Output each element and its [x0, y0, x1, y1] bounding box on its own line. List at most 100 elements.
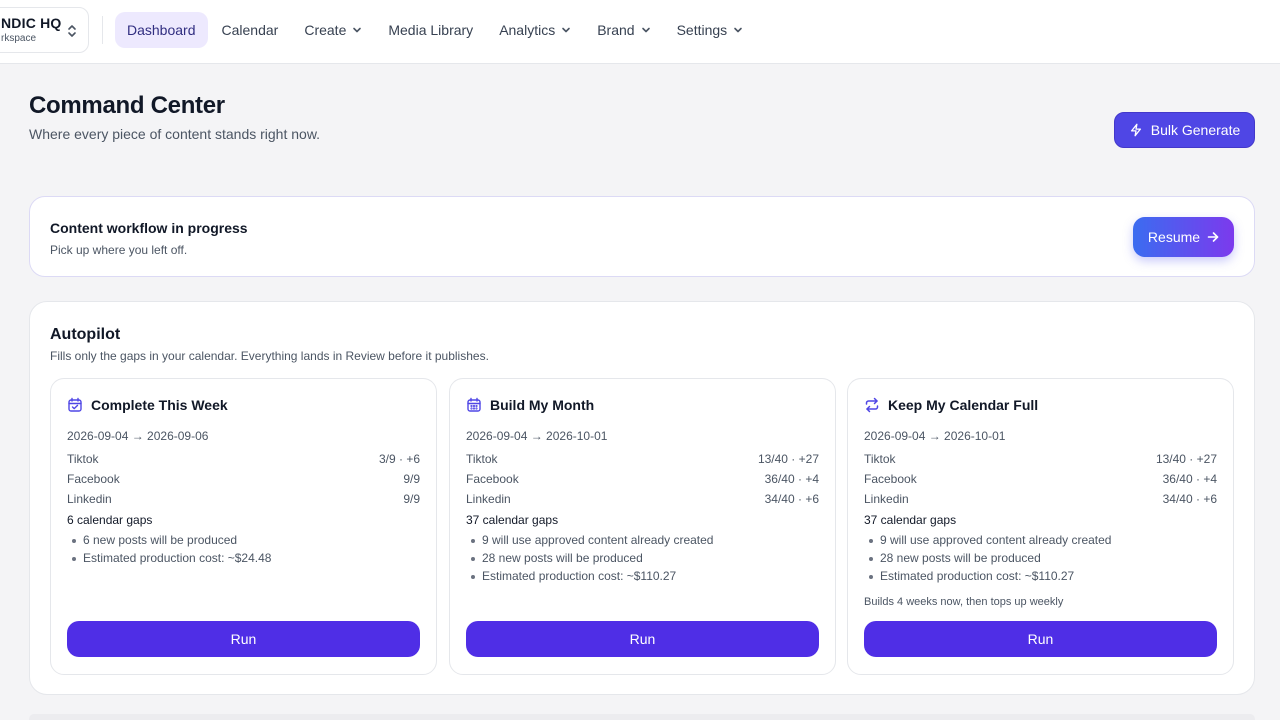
nav-label: Calendar	[221, 22, 279, 38]
nav-divider	[102, 16, 103, 44]
platform-name: Tiktok	[466, 452, 498, 466]
platform-value: 36/40 · +4	[1162, 472, 1217, 486]
page-subtitle: Where every piece of content stands righ…	[29, 126, 321, 142]
top-navbar: NDIC HQ rkspace Dashboard Calendar Creat…	[0, 0, 1280, 64]
bulk-generate-button[interactable]: Bulk Generate	[1114, 112, 1255, 148]
gap-detail-item: 28 new posts will be produced	[866, 549, 1216, 567]
run-button[interactable]: Run	[864, 621, 1217, 657]
nav-label: Create	[304, 22, 347, 38]
run-button[interactable]: Run	[67, 621, 420, 657]
platform-name: Facebook	[864, 472, 917, 486]
chevron-down-icon	[641, 27, 650, 33]
card-title: Build My Month	[490, 397, 595, 413]
date-range: 2026-09-04 → 2026-10-01	[864, 429, 1006, 443]
card-header: Complete This Week	[67, 397, 228, 413]
nav-settings[interactable]: Settings	[665, 12, 756, 48]
card-title: Complete This Week	[91, 397, 228, 413]
run-button[interactable]: Run	[466, 621, 819, 657]
nav-media-library[interactable]: Media Library	[376, 12, 485, 48]
platform-name: Linkedin	[864, 492, 909, 506]
banner-title: Content workflow in progress	[50, 220, 248, 236]
gap-details: 9 will use approved content already crea…	[866, 531, 1216, 585]
autopilot-card-build-month: Build My Month 2026-09-04 → 2026-10-01 T…	[449, 378, 836, 675]
nav-calendar[interactable]: Calendar	[210, 12, 291, 48]
nav-create[interactable]: Create	[292, 12, 374, 48]
platform-rows: Tiktok 13/40 · +27 Facebook 36/40 · +4 Lin…	[864, 449, 1217, 509]
nav-label: Analytics	[499, 22, 556, 38]
platform-name: Facebook	[466, 472, 519, 486]
resume-label: Resume	[1147, 229, 1201, 245]
date-range: 2026-09-04 → 2026-10-01	[466, 429, 608, 443]
platform-name: Linkedin	[67, 492, 112, 506]
card-header: Keep My Calendar Full	[864, 397, 1038, 413]
platform-row: Tiktok 13/40 · +27	[466, 449, 819, 469]
platform-row: Facebook 36/40 · +4	[864, 469, 1217, 489]
platform-value: 36/40 · +4	[764, 472, 819, 486]
workflow-banner: Content workflow in progress Pick up whe…	[29, 196, 1255, 277]
calendar-gaps: 37 calendar gaps	[466, 513, 559, 527]
calendar-gaps: 6 calendar gaps	[67, 513, 153, 527]
main-nav: Dashboard Calendar Create Media Library …	[115, 12, 757, 48]
nav-label: Brand	[597, 22, 635, 38]
autopilot-card-complete-week: Complete This Week 2026-09-04 → 2026-09-…	[50, 378, 437, 675]
platform-row: Facebook 36/40 · +4	[466, 469, 819, 489]
nav-label: Dashboard	[127, 22, 196, 38]
gap-detail-item: 9 will use approved content already crea…	[866, 531, 1216, 549]
gap-details: 6 new posts will be produced Estimated p…	[69, 531, 419, 567]
platform-rows: Tiktok 3/9 · +6 Facebook 9/9 Linkedin 9/9	[67, 449, 420, 509]
platform-row: Tiktok 13/40 · +27	[864, 449, 1217, 469]
calendar-grid-icon	[467, 397, 481, 412]
chevron-up-down-icon	[68, 25, 76, 37]
platform-row: Tiktok 3/9 · +6	[67, 449, 420, 469]
autopilot-section: Autopilot Fills only the gaps in your ca…	[29, 301, 1255, 695]
platform-value: 9/9	[403, 472, 420, 486]
platform-value: 13/40 · +27	[1155, 452, 1217, 466]
nav-analytics[interactable]: Analytics	[487, 12, 583, 48]
gap-detail-item: Estimated production cost: ~$24.48	[69, 549, 419, 567]
calendar-check-icon	[68, 397, 82, 412]
gap-details: 9 will use approved content already crea…	[468, 531, 818, 585]
card-header: Build My Month	[466, 397, 594, 413]
date-range: 2026-09-04 → 2026-09-06	[67, 429, 209, 443]
platform-value: 13/40 · +27	[757, 452, 819, 466]
platform-row: Linkedin 34/40 · +6	[864, 489, 1217, 509]
autopilot-subtitle: Fills only the gaps in your calendar. Ev…	[50, 349, 489, 363]
platform-name: Tiktok	[864, 452, 896, 466]
page-title: Command Center	[29, 92, 225, 119]
gap-detail-item: 28 new posts will be produced	[468, 549, 818, 567]
resume-button[interactable]: Resume	[1133, 217, 1234, 257]
chevron-down-icon	[562, 27, 571, 33]
nav-label: Settings	[676, 22, 728, 38]
bulk-generate-label: Bulk Generate	[1150, 122, 1241, 138]
gap-detail-item: 9 will use approved content already crea…	[468, 531, 818, 549]
next-section-edge	[29, 714, 1255, 720]
platform-rows: Tiktok 13/40 · +27 Facebook 36/40 · +4 Lin…	[466, 449, 819, 509]
autopilot-title: Autopilot	[50, 326, 121, 343]
platform-name: Tiktok	[67, 452, 99, 466]
nav-dashboard[interactable]: Dashboard	[115, 12, 208, 48]
card-title: Keep My Calendar Full	[888, 397, 1039, 413]
gap-detail-item: Estimated production cost: ~$110.27	[468, 567, 818, 585]
schedule-note: Builds 4 weeks now, then tops up weekly	[864, 596, 1064, 608]
arrow-right-icon	[1207, 232, 1219, 242]
platform-value: 34/40 · +6	[764, 492, 819, 506]
gap-detail-item: Estimated production cost: ~$110.27	[866, 567, 1216, 585]
repeat-icon	[865, 397, 879, 413]
platform-name: Linkedin	[466, 492, 511, 506]
lightning-icon	[1130, 123, 1141, 137]
chevron-down-icon	[734, 27, 742, 33]
platform-name: Facebook	[67, 472, 120, 486]
autopilot-card-keep-full: Keep My Calendar Full 2026-09-04 → 2026-…	[847, 378, 1234, 675]
platform-row: Facebook 9/9	[67, 469, 420, 489]
nav-label: Media Library	[388, 22, 474, 38]
platform-row: Linkedin 34/40 · +6	[466, 489, 819, 509]
banner-subtitle: Pick up where you left off.	[50, 243, 188, 257]
nav-brand[interactable]: Brand	[585, 12, 662, 48]
chevron-down-icon	[353, 27, 362, 33]
platform-value: 9/9	[403, 492, 420, 506]
calendar-gaps: 37 calendar gaps	[864, 513, 957, 527]
workspace-switcher[interactable]: NDIC HQ rkspace	[0, 7, 89, 53]
platform-row: Linkedin 9/9	[67, 489, 420, 509]
platform-value: 34/40 · +6	[1162, 492, 1217, 506]
gap-detail-item: 6 new posts will be produced	[69, 531, 419, 549]
